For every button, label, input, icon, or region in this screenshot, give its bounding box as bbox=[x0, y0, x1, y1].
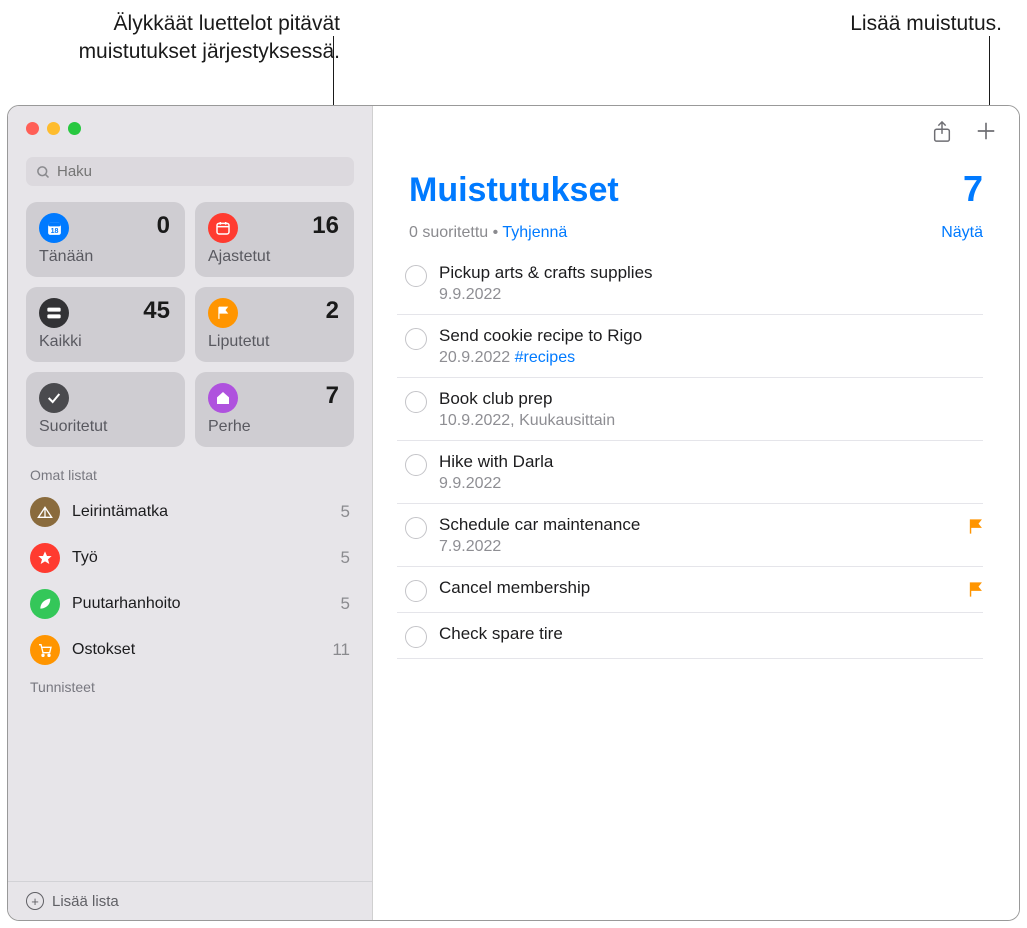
smart-count: 45 bbox=[143, 297, 170, 325]
list-name: Leirintämatka bbox=[72, 503, 341, 521]
callout-smart-lists: Älykkäät luettelot pitävät muistutukset … bbox=[0, 10, 340, 67]
reminder-list: Pickup arts & crafts supplies 9.9.2022 S… bbox=[373, 248, 1019, 659]
window-controls bbox=[8, 106, 372, 135]
reminder-meta: 20.9.2022 #recipes bbox=[439, 349, 983, 367]
tent-icon bbox=[30, 497, 60, 527]
reminder-meta: 10.9.2022, Kuukausittain bbox=[439, 412, 983, 430]
today-icon: 18 bbox=[39, 213, 69, 243]
list-row-tent[interactable]: Leirintämatka 5 bbox=[18, 489, 362, 535]
smart-count: 7 bbox=[326, 382, 339, 410]
reminder-title: Cancel membership bbox=[439, 578, 983, 598]
reminder-meta: 9.9.2022 bbox=[439, 475, 983, 493]
smart-count: 0 bbox=[157, 212, 170, 240]
clear-completed-link[interactable]: Tyhjennä bbox=[502, 224, 567, 241]
share-button[interactable] bbox=[931, 120, 953, 144]
smart-label: Tänään bbox=[39, 248, 172, 266]
completed-icon bbox=[39, 383, 69, 413]
smart-count: 2 bbox=[326, 297, 339, 325]
smart-label: Suoritetut bbox=[39, 418, 172, 436]
smart-tile-family[interactable]: 7 Perhe bbox=[195, 372, 354, 447]
add-reminder-button[interactable] bbox=[975, 120, 997, 144]
completed-status: 0 suoritettu • Tyhjennä bbox=[409, 224, 567, 242]
my-lists: Leirintämatka 5 Työ 5 Puutarhanhoito 5 O… bbox=[8, 489, 372, 669]
complete-checkbox[interactable] bbox=[405, 265, 427, 287]
complete-checkbox[interactable] bbox=[405, 391, 427, 413]
smart-tile-all[interactable]: 45 Kaikki bbox=[26, 287, 185, 362]
smart-tile-flagged[interactable]: 2 Liputetut bbox=[195, 287, 354, 362]
reminder-meta: 9.9.2022 bbox=[439, 286, 983, 304]
smart-tile-today[interactable]: 18 0 Tänään bbox=[26, 202, 185, 277]
reminder-row[interactable]: Send cookie recipe to Rigo 20.9.2022 #re… bbox=[397, 315, 983, 378]
list-name: Ostokset bbox=[72, 641, 332, 659]
section-header-mylists: Omat listat bbox=[8, 457, 372, 489]
reminder-title: Check spare tire bbox=[439, 624, 983, 644]
reminder-row[interactable]: Check spare tire bbox=[397, 613, 983, 659]
list-count: 5 bbox=[341, 594, 350, 614]
close-window-button[interactable] bbox=[26, 122, 39, 135]
complete-checkbox[interactable] bbox=[405, 454, 427, 476]
list-row-leaf[interactable]: Puutarhanhoito 5 bbox=[18, 581, 362, 627]
plus-circle-icon: + bbox=[26, 892, 44, 910]
toolbar bbox=[373, 106, 1019, 144]
all-icon bbox=[39, 298, 69, 328]
app-window: 18 0 Tänään 16 Ajastetut 45 Kaikki 2 Lip… bbox=[7, 105, 1020, 921]
complete-checkbox[interactable] bbox=[405, 580, 427, 602]
reminder-row[interactable]: Schedule car maintenance 7.9.2022 bbox=[397, 504, 983, 567]
reminder-tag[interactable]: #recipes bbox=[515, 349, 575, 366]
reminder-row[interactable]: Hike with Darla 9.9.2022 bbox=[397, 441, 983, 504]
smart-label: Kaikki bbox=[39, 333, 172, 351]
reminder-title: Book club prep bbox=[439, 389, 983, 409]
list-row-star[interactable]: Työ 5 bbox=[18, 535, 362, 581]
family-icon bbox=[208, 383, 238, 413]
minimize-window-button[interactable] bbox=[47, 122, 60, 135]
reminder-meta: 7.9.2022 bbox=[439, 538, 983, 556]
reminder-title: Send cookie recipe to Rigo bbox=[439, 326, 983, 346]
leaf-icon bbox=[30, 589, 60, 619]
list-count: 11 bbox=[332, 640, 350, 660]
reminder-title: Schedule car maintenance bbox=[439, 515, 983, 535]
star-icon bbox=[30, 543, 60, 573]
complete-checkbox[interactable] bbox=[405, 626, 427, 648]
smart-label: Perhe bbox=[208, 418, 341, 436]
flag-icon bbox=[968, 516, 983, 536]
list-title: Muistutukset bbox=[409, 171, 619, 210]
search-input[interactable] bbox=[57, 163, 344, 180]
svg-text:18: 18 bbox=[50, 226, 58, 234]
show-completed-link[interactable]: Näytä bbox=[941, 224, 983, 242]
reminder-row[interactable]: Book club prep 10.9.2022, Kuukausittain bbox=[397, 378, 983, 441]
section-header-tags: Tunnisteet bbox=[8, 669, 372, 701]
search-icon bbox=[36, 163, 51, 180]
reminder-row[interactable]: Cancel membership bbox=[397, 567, 983, 613]
list-name: Puutarhanhoito bbox=[72, 595, 341, 613]
smart-tile-completed[interactable]: Suoritetut bbox=[26, 372, 185, 447]
flagged-icon bbox=[208, 298, 238, 328]
cart-icon bbox=[30, 635, 60, 665]
main-content: Muistutukset 7 0 suoritettu • Tyhjennä N… bbox=[373, 106, 1019, 920]
reminder-title: Pickup arts & crafts supplies bbox=[439, 263, 983, 283]
smart-lists-grid: 18 0 Tänään 16 Ajastetut 45 Kaikki 2 Lip… bbox=[8, 194, 372, 457]
list-count: 5 bbox=[341, 548, 350, 568]
fullscreen-window-button[interactable] bbox=[68, 122, 81, 135]
smart-label: Liputetut bbox=[208, 333, 341, 351]
reminder-row[interactable]: Pickup arts & crafts supplies 9.9.2022 bbox=[397, 252, 983, 315]
reminder-title: Hike with Darla bbox=[439, 452, 983, 472]
smart-count: 16 bbox=[312, 212, 339, 240]
list-row-cart[interactable]: Ostokset 11 bbox=[18, 627, 362, 669]
smart-tile-scheduled[interactable]: 16 Ajastetut bbox=[195, 202, 354, 277]
list-name: Työ bbox=[72, 549, 341, 567]
scheduled-icon bbox=[208, 213, 238, 243]
sidebar: 18 0 Tänään 16 Ajastetut 45 Kaikki 2 Lip… bbox=[8, 106, 373, 920]
add-list-label: Lisää lista bbox=[52, 893, 119, 910]
smart-label: Ajastetut bbox=[208, 248, 341, 266]
search-field[interactable] bbox=[26, 157, 354, 186]
list-total-count: 7 bbox=[963, 168, 983, 210]
add-list-button[interactable]: + Lisää lista bbox=[8, 881, 372, 920]
complete-checkbox[interactable] bbox=[405, 517, 427, 539]
callout-add-reminder: Lisää muistutus. bbox=[802, 10, 1002, 67]
complete-checkbox[interactable] bbox=[405, 328, 427, 350]
flag-icon bbox=[968, 579, 983, 599]
list-count: 5 bbox=[341, 502, 350, 522]
